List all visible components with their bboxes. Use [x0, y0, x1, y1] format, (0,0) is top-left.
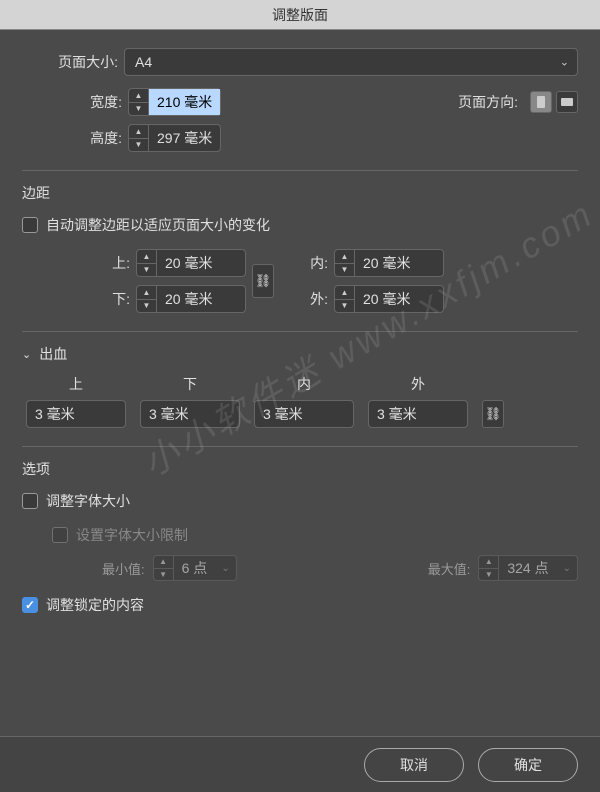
font-size-limit-checkbox [52, 527, 68, 543]
margin-top-value[interactable]: 20 毫米 [157, 250, 220, 276]
adjust-font-checkbox[interactable] [22, 493, 38, 509]
dialog-title: 调整版面 [272, 5, 328, 25]
height-stepper[interactable]: ▲▼ 297 毫米 [128, 124, 221, 152]
cancel-button[interactable]: 取消 [364, 748, 464, 782]
ok-button[interactable]: 确定 [478, 748, 578, 782]
bleed-header-top: 上 [26, 374, 126, 394]
adjust-font-label: 调整字体大小 [46, 491, 130, 511]
margin-inside-label: 内: [288, 253, 328, 273]
width-stepper[interactable]: ▲▼ 210 毫米 [128, 88, 221, 116]
margin-top-stepper[interactable]: ▲▼ 20 毫米 [136, 249, 246, 277]
min-font-stepper: ▲▼ 6 点 ⌄ [153, 555, 237, 581]
dialog-titlebar: 调整版面 [0, 0, 600, 30]
orientation-label: 页面方向: [458, 92, 518, 112]
chevron-down-icon: ⌄ [215, 563, 235, 574]
margin-top-label: 上: [90, 253, 130, 273]
max-font-value: 324 点 [499, 556, 556, 580]
adjust-locked-label: 调整锁定的内容 [46, 595, 144, 615]
chevron-down-icon: ⌄ [557, 563, 577, 574]
auto-adjust-margins-checkbox[interactable] [22, 217, 38, 233]
divider [22, 446, 578, 447]
max-label: 最大值: [428, 559, 471, 578]
margins-link-button[interactable]: ⛓ [252, 264, 274, 298]
portrait-icon [537, 96, 545, 108]
bleed-header-inside: 内 [254, 374, 354, 394]
font-size-limit-label: 设置字体大小限制 [76, 525, 188, 545]
bleed-section-title: 出血 [39, 344, 67, 364]
margin-bottom-stepper[interactable]: ▲▼ 20 毫米 [136, 285, 246, 313]
link-icon: ⛓ [255, 273, 272, 289]
height-value[interactable]: 297 毫米 [149, 125, 220, 151]
divider [22, 170, 578, 171]
height-stepper-buttons[interactable]: ▲▼ [129, 125, 149, 151]
margin-outside-value[interactable]: 20 毫米 [355, 286, 418, 312]
bleed-header-outside: 外 [368, 374, 468, 394]
margin-outside-stepper[interactable]: ▲▼ 20 毫米 [334, 285, 444, 313]
auto-adjust-margins-label: 自动调整边距以适应页面大小的变化 [46, 215, 270, 235]
bleed-inside-input[interactable]: 3 毫米 [254, 400, 354, 428]
chevron-down-icon: ⌄ [560, 56, 569, 69]
bleed-top-input[interactable]: 3 毫米 [26, 400, 126, 428]
landscape-icon [561, 98, 573, 106]
dialog-footer: 取消 确定 [0, 736, 600, 792]
options-section-title: 选项 [22, 459, 578, 479]
orientation-portrait-button[interactable] [530, 91, 552, 113]
bleed-bottom-input[interactable]: 3 毫米 [140, 400, 240, 428]
margin-outside-label: 外: [288, 289, 328, 309]
width-label: 宽度: [22, 92, 122, 112]
margin-bottom-label: 下: [90, 289, 130, 309]
width-stepper-buttons[interactable]: ▲▼ [129, 89, 149, 115]
page-size-label: 页面大小: [22, 52, 118, 72]
margin-bottom-value[interactable]: 20 毫米 [157, 286, 220, 312]
adjust-locked-checkbox[interactable] [22, 597, 38, 613]
page-size-value: A4 [135, 54, 152, 70]
bleed-link-button[interactable]: ⛓ [482, 400, 504, 428]
divider [22, 331, 578, 332]
margin-inside-value[interactable]: 20 毫米 [355, 250, 418, 276]
max-font-stepper: ▲▼ 324 点 ⌄ [478, 555, 578, 581]
min-label: 最小值: [102, 559, 145, 578]
orientation-landscape-button[interactable] [556, 91, 578, 113]
margin-inside-stepper[interactable]: ▲▼ 20 毫米 [334, 249, 444, 277]
margins-section-title: 边距 [22, 183, 578, 203]
expand-chevron-icon[interactable]: ⌄ [22, 348, 31, 361]
height-label: 高度: [22, 128, 122, 148]
bleed-outside-input[interactable]: 3 毫米 [368, 400, 468, 428]
width-value[interactable]: 210 毫米 [149, 89, 220, 115]
bleed-header-bottom: 下 [140, 374, 240, 394]
min-font-value: 6 点 [174, 556, 216, 580]
link-icon: ⛓ [485, 406, 502, 422]
page-size-select[interactable]: A4 ⌄ [124, 48, 578, 76]
